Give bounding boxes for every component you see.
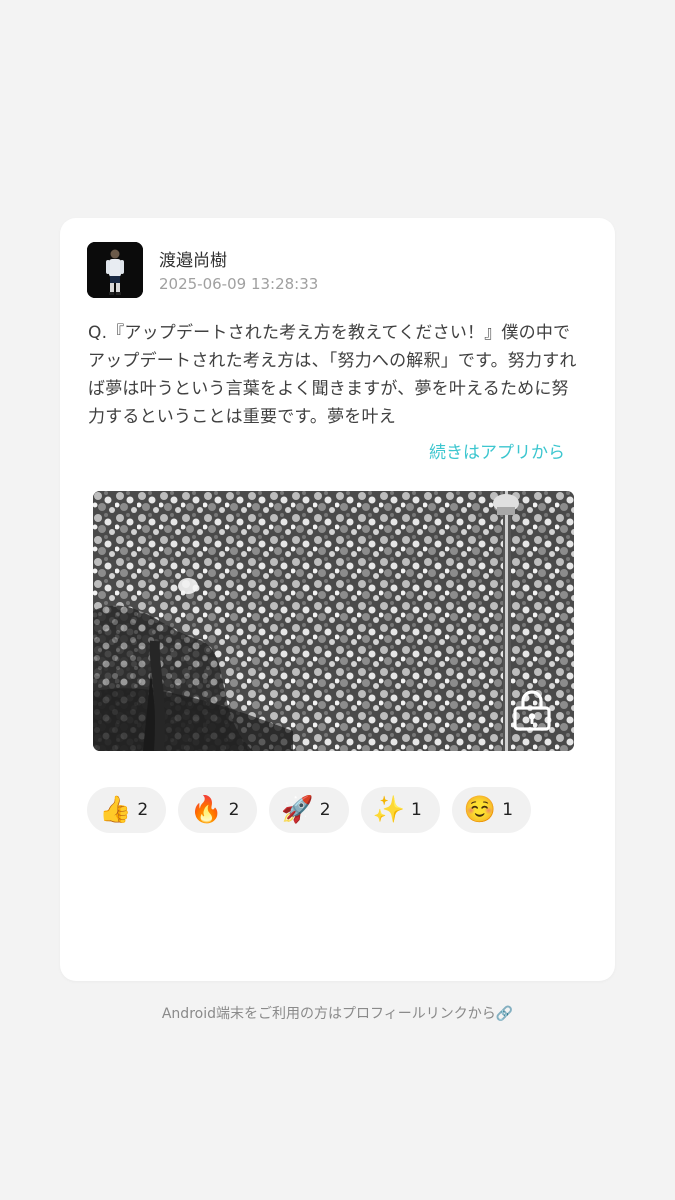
reactions-bar: 👍 2 🔥 2 🚀 2 ✨ 1 ☺️ 1 bbox=[87, 787, 532, 833]
post-body-text: Q.『アップデートされた考え方を教えてください！』僕の中でアップデートされた考え… bbox=[88, 323, 577, 427]
smiling-face-icon: ☺️ bbox=[463, 795, 497, 825]
post-timestamp: 2025-06-09 13:28:33 bbox=[159, 275, 319, 293]
sparkles-icon: ✨ bbox=[372, 795, 405, 825]
post-photo[interactable] bbox=[93, 491, 574, 751]
reaction-count: 2 bbox=[228, 800, 240, 820]
reaction-smiling-face[interactable]: ☺️ 1 bbox=[451, 787, 532, 833]
reaction-fire[interactable]: 🔥 2 bbox=[178, 787, 258, 833]
author-avatar[interactable] bbox=[87, 242, 143, 298]
author-name[interactable]: 渡邉尚樹 bbox=[159, 246, 227, 271]
read-more-link[interactable]: 続きはアプリから bbox=[429, 438, 565, 463]
reaction-rocket[interactable]: 🚀 2 bbox=[269, 787, 349, 833]
reaction-sparkles[interactable]: ✨ 1 bbox=[360, 787, 440, 833]
avatar-figure-image bbox=[87, 242, 143, 298]
post-card: 渡邉尚樹 2025-06-09 13:28:33 Q.『アップデートされた考え方… bbox=[60, 218, 615, 981]
rocket-icon: 🚀 bbox=[281, 795, 314, 825]
reaction-count: 2 bbox=[319, 800, 331, 820]
lock-icon[interactable] bbox=[512, 689, 552, 731]
reaction-thumbs-up[interactable]: 👍 2 bbox=[87, 787, 167, 833]
trees-photo-image bbox=[93, 491, 574, 751]
thumbs-up-icon: 👍 bbox=[99, 795, 132, 825]
reaction-count: 1 bbox=[410, 800, 422, 820]
reaction-count: 2 bbox=[137, 800, 149, 820]
reaction-count: 1 bbox=[502, 800, 514, 820]
fire-icon: 🔥 bbox=[190, 795, 223, 825]
android-profile-link-note: Android端末をご利用の方はプロフィールリンクから🔗 bbox=[161, 1006, 514, 1022]
